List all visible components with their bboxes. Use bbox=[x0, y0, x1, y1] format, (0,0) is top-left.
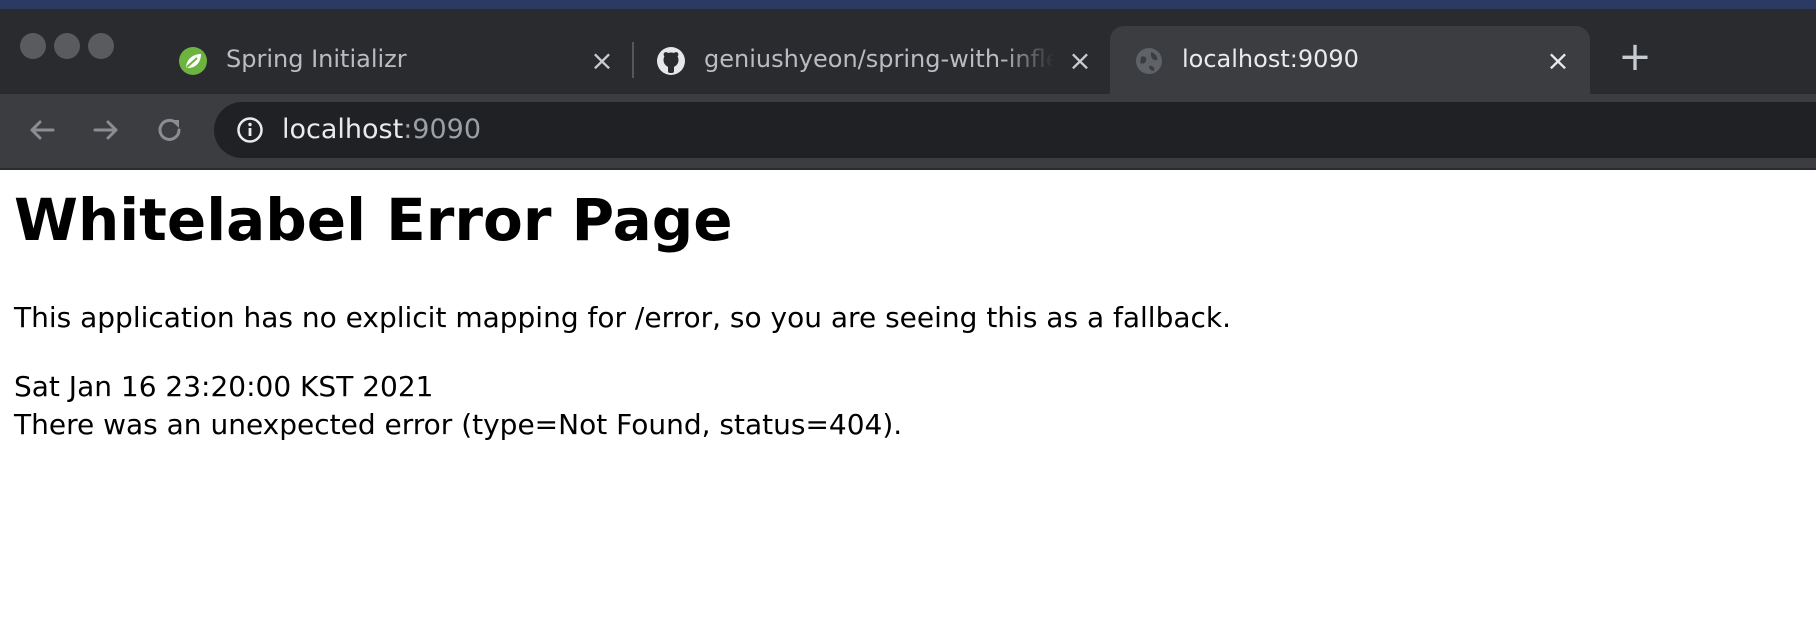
window-zoom-button[interactable] bbox=[88, 33, 114, 59]
back-button[interactable] bbox=[22, 110, 62, 150]
error-detail: There was an unexpected error (type=Not … bbox=[14, 408, 903, 441]
info-icon[interactable] bbox=[236, 116, 264, 144]
close-icon[interactable]: × bbox=[589, 47, 615, 75]
address-bar[interactable]: localhost:9090 bbox=[214, 102, 1816, 158]
url-text[interactable]: localhost:9090 bbox=[282, 102, 481, 158]
reload-button[interactable] bbox=[150, 110, 190, 150]
window-minimize-button[interactable] bbox=[54, 33, 80, 59]
tab-title: Spring Initializr bbox=[226, 45, 407, 73]
window-close-button[interactable] bbox=[20, 33, 46, 59]
close-icon[interactable]: × bbox=[1545, 47, 1571, 75]
new-tab-button[interactable]: + bbox=[1618, 37, 1652, 77]
tab-localhost[interactable]: localhost:9090 × bbox=[1134, 26, 1574, 94]
tab-title: geniushyeon/spring-with-inflea bbox=[704, 45, 1054, 73]
error-message: This application has no explicit mapping… bbox=[14, 301, 1232, 334]
url-port: :9090 bbox=[403, 114, 482, 145]
github-icon bbox=[656, 46, 686, 76]
close-icon[interactable]: × bbox=[1067, 47, 1093, 75]
tab-title: localhost:9090 bbox=[1182, 45, 1359, 73]
tab-github[interactable]: geniushyeon/spring-with-inflea × bbox=[656, 26, 1096, 94]
spring-leaf-icon bbox=[178, 46, 208, 76]
tab-spring-initializr[interactable]: Spring Initializr × bbox=[178, 26, 618, 94]
arrow-left-icon bbox=[30, 120, 55, 140]
arrow-right-icon bbox=[93, 120, 118, 140]
error-timestamp: Sat Jan 16 23:20:00 KST 2021 bbox=[14, 370, 434, 403]
reload-icon bbox=[158, 118, 181, 141]
page-title: Whitelabel Error Page bbox=[14, 186, 733, 254]
system-menubar-strip bbox=[0, 0, 1816, 9]
toolbar-divider bbox=[0, 168, 1816, 170]
tab-separator bbox=[632, 42, 634, 78]
globe-icon bbox=[1134, 46, 1164, 76]
forward-button[interactable] bbox=[86, 110, 126, 150]
url-host: localhost bbox=[282, 114, 404, 145]
